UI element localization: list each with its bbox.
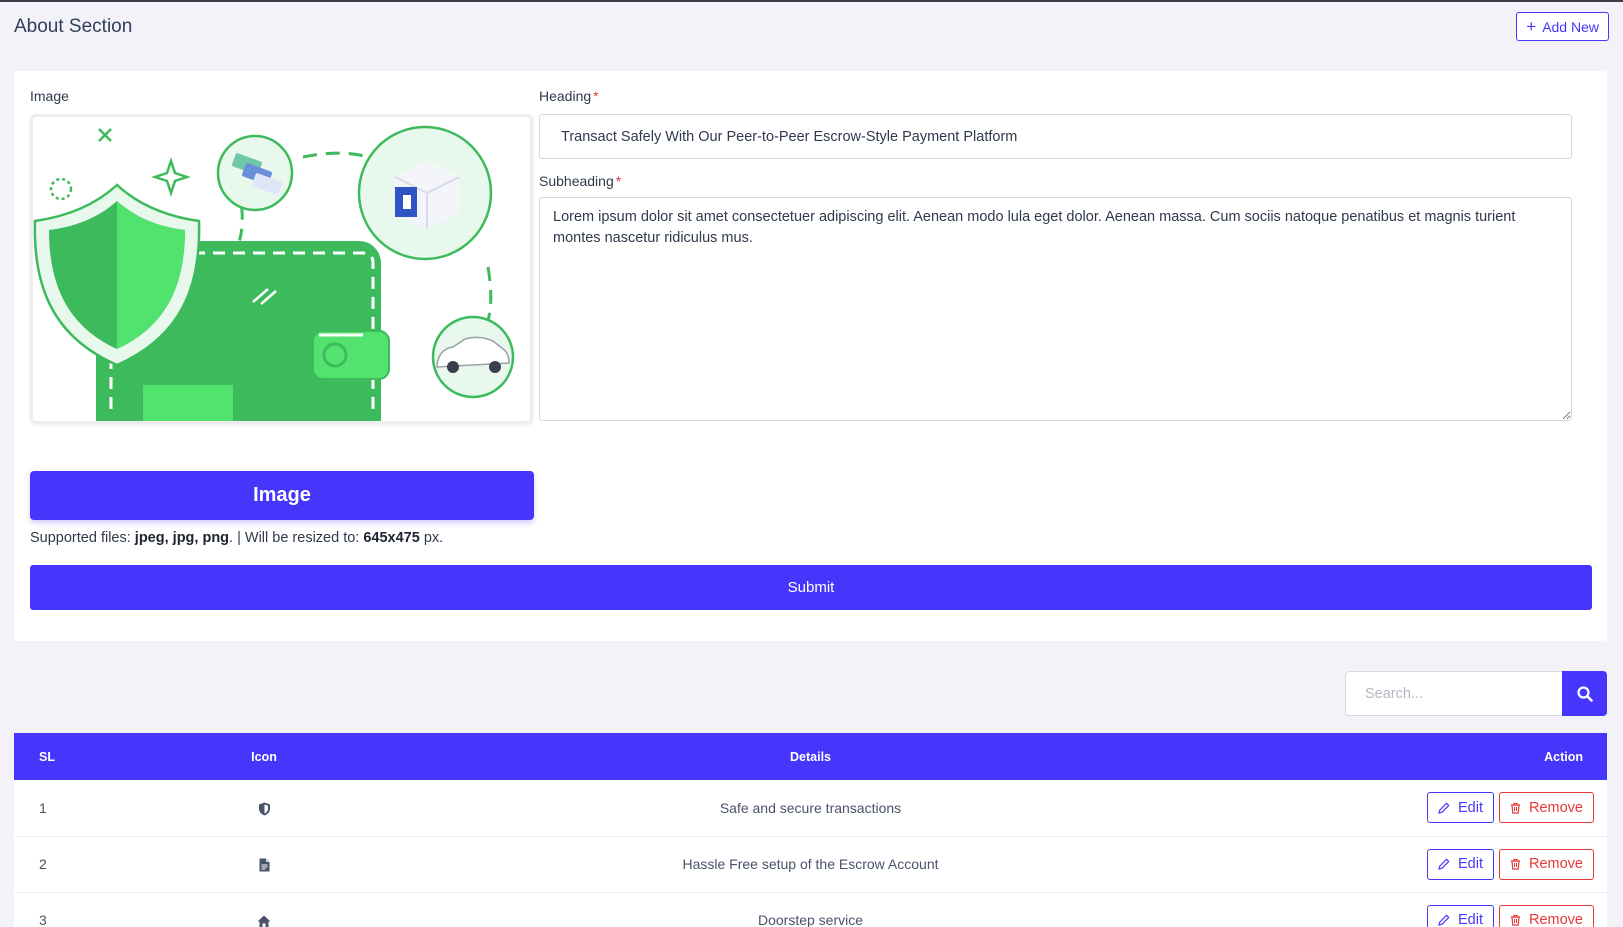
home-icon: [257, 915, 271, 927]
remove-label: Remove: [1529, 912, 1583, 927]
header-sl: SL: [39, 749, 55, 764]
pencil-icon: [1438, 914, 1450, 926]
row-actions: Edit Remove: [1307, 892, 1607, 927]
edit-button[interactable]: Edit: [1427, 848, 1494, 880]
trash-icon: [1511, 802, 1520, 814]
remove-label: Remove: [1529, 856, 1583, 872]
subheading-textarea[interactable]: Lorem ipsum dolor sit amet consectetuer …: [539, 197, 1572, 421]
trash-icon: [1511, 914, 1520, 926]
page-title: About Section: [14, 16, 133, 37]
remove-button[interactable]: Remove: [1499, 848, 1594, 880]
row-actions: Edit Remove: [1307, 836, 1607, 892]
required-mark: *: [615, 173, 622, 189]
plus-icon: +: [1526, 17, 1537, 36]
top-border: [0, 0, 1623, 2]
add-new-label: Add New: [1542, 18, 1599, 35]
edit-button[interactable]: Edit: [1427, 904, 1494, 927]
search-input[interactable]: [1345, 671, 1563, 716]
add-new-button[interactable]: + Add New: [1516, 12, 1609, 41]
pencil-icon: [1438, 802, 1450, 814]
edit-label: Edit: [1458, 799, 1483, 816]
table-row: 1 Safe and secure transactions Edit Remo…: [14, 780, 1607, 836]
heading-label-text: Heading: [539, 88, 592, 104]
heading-input[interactable]: [539, 114, 1572, 159]
row-details: Hassle Free setup of the Escrow Account: [682, 856, 939, 872]
remove-button[interactable]: Remove: [1499, 792, 1594, 824]
search-bar: [1345, 671, 1607, 716]
page-header: About Section + Add New: [14, 12, 1609, 46]
edit-button[interactable]: Edit: [1427, 792, 1494, 824]
row-icon-cell: [214, 892, 314, 927]
search-button[interactable]: [1562, 671, 1607, 716]
supported-types: jpeg, jpg, png: [134, 530, 230, 546]
image-preview: [30, 114, 533, 424]
edit-label: Edit: [1458, 856, 1483, 872]
about-items-table: SL Icon Details Action 1 Safe and secure…: [14, 733, 1607, 927]
image-label: Image: [30, 88, 69, 104]
subheading-label: Subheading *: [539, 173, 621, 189]
table-header-row: SL Icon Details Action: [14, 733, 1607, 780]
document-icon: [259, 858, 269, 872]
shield-icon: [258, 802, 270, 816]
header-icon: Icon: [251, 749, 277, 764]
submit-button[interactable]: Submit: [30, 565, 1592, 610]
supported-prefix: Supported files:: [30, 530, 135, 546]
row-sl: 2: [39, 856, 47, 872]
required-mark: *: [593, 88, 599, 104]
supported-middle: . | Will be resized to:: [229, 530, 364, 546]
remove-label: Remove: [1529, 799, 1583, 816]
row-sl: 1: [39, 799, 47, 816]
escrow-illustration: [33, 125, 515, 421]
subheading-label-text: Subheading: [539, 173, 614, 189]
row-sl: 3: [39, 912, 47, 927]
row-icon-cell: [214, 780, 314, 836]
supported-suffix: px.: [419, 530, 444, 546]
search-icon: [1576, 685, 1593, 702]
row-details: Safe and secure transactions: [719, 799, 902, 816]
image-upload-button[interactable]: Image: [30, 471, 534, 520]
row-icon-cell: [214, 836, 314, 892]
row-details: Doorstep service: [757, 912, 864, 927]
row-actions: Edit Remove: [1307, 780, 1607, 836]
header-details: Details: [790, 749, 831, 764]
heading-label: Heading *: [539, 88, 599, 104]
supported-files-text: Supported files: jpeg, jpg, png. | Will …: [30, 530, 443, 546]
about-form-card: Image Image Supported files: jpeg, jpg, …: [14, 71, 1607, 641]
trash-icon: [1511, 858, 1520, 870]
header-action: Action: [1544, 749, 1583, 764]
pencil-icon: [1438, 858, 1450, 870]
table-row: 2 Hassle Free setup of the Escrow Accoun…: [14, 836, 1607, 892]
edit-label: Edit: [1458, 912, 1483, 927]
resize-dimensions: 645x475: [363, 530, 420, 546]
table-row: 3 Doorstep service Edit Remove: [14, 892, 1607, 927]
remove-button[interactable]: Remove: [1499, 904, 1594, 927]
